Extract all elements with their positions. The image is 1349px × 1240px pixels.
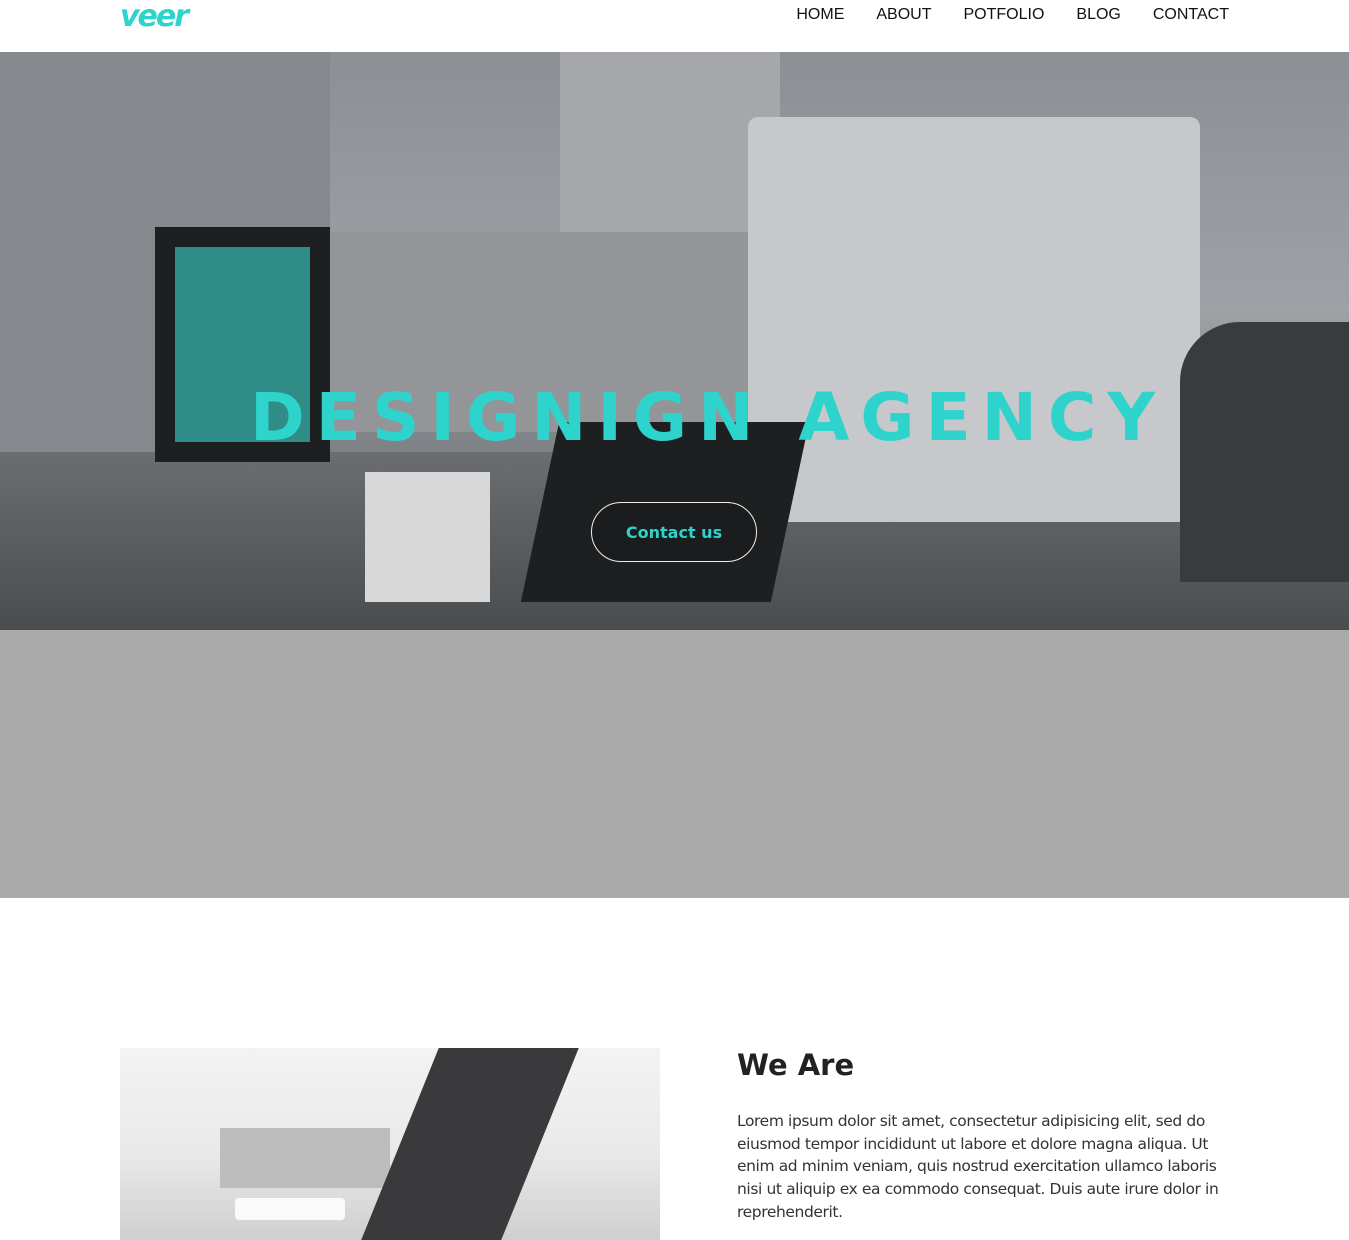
hero-title: DESIGNIGN AGENCY xyxy=(250,379,1167,456)
contact-us-button[interactable]: Contact us xyxy=(591,502,757,562)
nav-about[interactable]: ABOUT xyxy=(876,5,931,25)
gray-band xyxy=(0,630,1349,898)
hero-section: DESIGNIGN AGENCY Contact us xyxy=(0,52,1349,630)
nav-blog[interactable]: BLOG xyxy=(1076,5,1120,25)
nav-contact[interactable]: CONTACT xyxy=(1153,5,1229,25)
nav-home[interactable]: HOME xyxy=(796,5,844,25)
about-title: We Are xyxy=(737,1048,855,1082)
main-nav: HOME ABOUT POTFOLIO BLOG CONTACT xyxy=(796,5,1229,25)
logo[interactable]: veer xyxy=(120,0,189,34)
about-text: Lorem ipsum dolor sit amet, consectetur … xyxy=(737,1112,1219,1221)
site-header: veer HOME ABOUT POTFOLIO BLOG CONTACT xyxy=(0,0,1349,52)
about-image xyxy=(120,1048,660,1240)
nav-portfolio[interactable]: POTFOLIO xyxy=(963,5,1044,25)
